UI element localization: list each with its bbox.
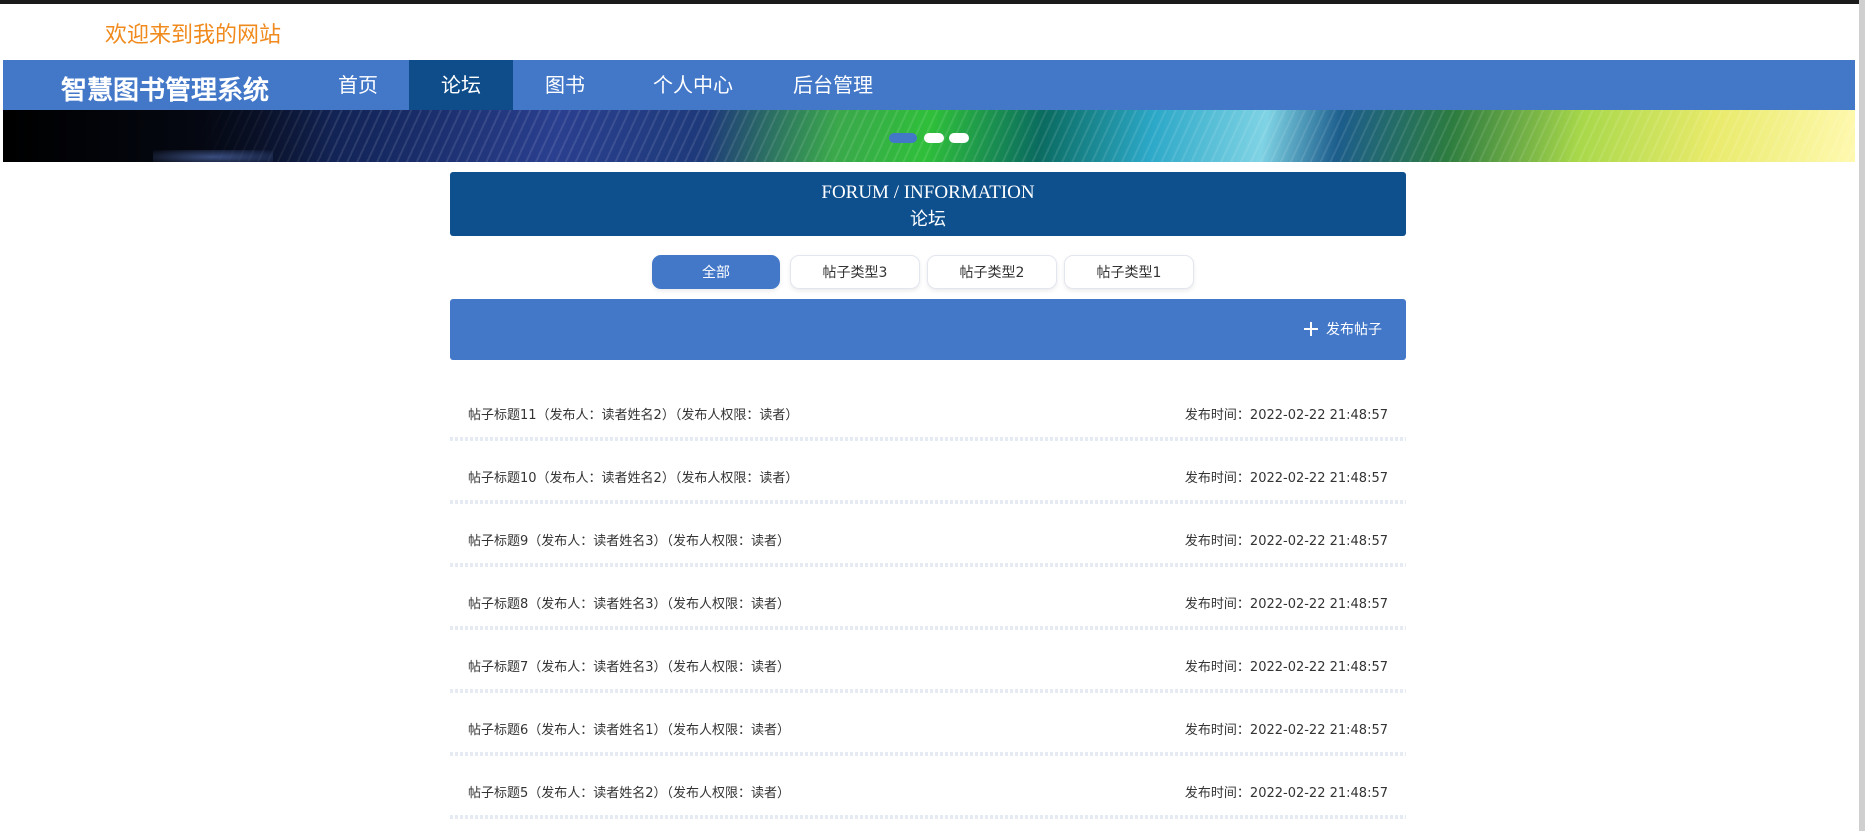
post-list: 帖子标题11（发布人：读者姓名2）（发布人权限：读者） 发布时间：2022-02… [450,384,1406,825]
post-time: 发布时间：2022-02-22 21:48:57 [1184,660,1388,675]
post-title[interactable]: 帖子标题9（发布人：读者姓名3）（发布人权限：读者） [468,530,790,549]
post-row[interactable]: 帖子标题9（发布人：读者姓名3）（发布人权限：读者） 发布时间：2022-02-… [450,510,1406,573]
post-time: 发布时间：2022-02-22 21:48:57 [1184,471,1388,486]
post-title[interactable]: 帖子标题7（发布人：读者姓名3）（发布人权限：读者） [468,656,790,675]
carousel-dot-3[interactable] [949,133,969,143]
plus-icon [1304,322,1318,336]
tab-post-type-2[interactable]: 帖子类型2 [927,255,1057,289]
banner-glow [153,150,273,162]
carousel-dot-1[interactable] [889,133,917,143]
post-row[interactable]: 帖子标题10（发布人：读者姓名2）（发布人权限：读者） 发布时间：2022-02… [450,447,1406,510]
page: 欢迎来到我的网站 智慧图书管理系统 首页 论坛 图书 个人中心 后台管理 FOR… [0,0,1865,831]
post-time: 发布时间：2022-02-22 21:48:57 [1184,786,1388,801]
tab-all[interactable]: 全部 [652,255,780,289]
post-row[interactable]: 帖子标题7（发布人：读者姓名3）（发布人权限：读者） 发布时间：2022-02-… [450,636,1406,699]
post-time: 发布时间：2022-02-22 21:48:57 [1184,408,1388,423]
post-title[interactable]: 帖子标题10（发布人：读者姓名2）（发布人权限：读者） [468,467,798,486]
post-row[interactable]: 帖子标题5（发布人：读者姓名2）（发布人权限：读者） 发布时间：2022-02-… [450,762,1406,825]
post-title[interactable]: 帖子标题11（发布人：读者姓名2）（发布人权限：读者） [468,404,798,423]
publish-post-label: 发布帖子 [1326,322,1382,338]
carousel-dot-2[interactable] [924,133,944,143]
main-navbar: 智慧图书管理系统 首页 论坛 图书 个人中心 后台管理 [3,60,1855,110]
nav-forum[interactable]: 论坛 [409,60,513,110]
window-top-edge [0,0,1865,4]
post-row[interactable]: 帖子标题11（发布人：读者姓名2）（发布人权限：读者） 发布时间：2022-02… [450,384,1406,447]
nav-admin[interactable]: 后台管理 [763,60,903,110]
post-time: 发布时间：2022-02-22 21:48:57 [1184,534,1388,549]
section-header: FORUM / INFORMATION 论坛 [450,172,1406,236]
scrollbar[interactable] [1859,0,1865,831]
post-title[interactable]: 帖子标题8（发布人：读者姓名3）（发布人权限：读者） [468,593,790,612]
nav-books[interactable]: 图书 [513,60,617,110]
publish-post-button[interactable]: 发布帖子 [1304,318,1382,342]
section-title-cn: 论坛 [910,209,946,230]
tab-post-type-1[interactable]: 帖子类型1 [1064,255,1194,289]
tab-post-type-3[interactable]: 帖子类型3 [790,255,920,289]
hero-banner [3,110,1855,162]
post-time: 发布时间：2022-02-22 21:48:57 [1184,597,1388,612]
post-title[interactable]: 帖子标题5（发布人：读者姓名2）（发布人权限：读者） [468,782,790,801]
nav-personal-center[interactable]: 个人中心 [623,60,763,110]
nav-home[interactable]: 首页 [303,60,413,110]
post-time: 发布时间：2022-02-22 21:48:57 [1184,723,1388,738]
section-title-en: FORUM / INFORMATION [821,182,1035,203]
site-brand: 智慧图书管理系统 [61,76,270,106]
post-title[interactable]: 帖子标题6（发布人：读者姓名1）（发布人权限：读者） [468,719,790,738]
welcome-text: 欢迎来到我的网站 [105,23,282,48]
forum-action-bar: 发布帖子 [450,299,1406,360]
post-row[interactable]: 帖子标题6（发布人：读者姓名1）（发布人权限：读者） 发布时间：2022-02-… [450,699,1406,762]
post-row[interactable]: 帖子标题8（发布人：读者姓名3）（发布人权限：读者） 发布时间：2022-02-… [450,573,1406,636]
